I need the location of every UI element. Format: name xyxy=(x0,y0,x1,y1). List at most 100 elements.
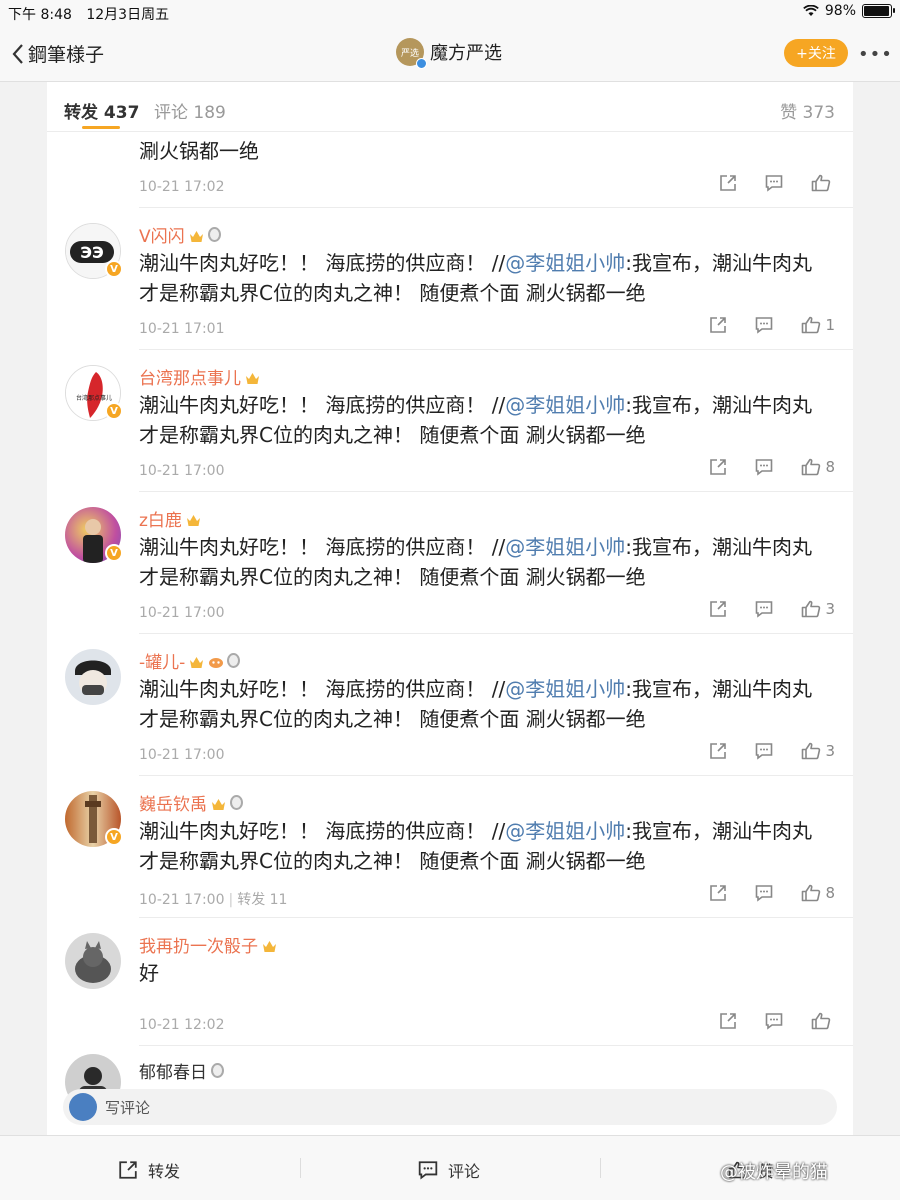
mention-link[interactable]: @李姐姐小帅 xyxy=(505,393,625,417)
tab-comment[interactable]: 评论 189 xyxy=(154,98,226,123)
share-button[interactable] xyxy=(719,174,737,192)
share-button[interactable] xyxy=(709,742,727,760)
comment-text: 潮汕牛肉丸好吃！！ 海底捞的供应商！ //@李姐姐小帅:我宣布，潮汕牛肉丸才是称… xyxy=(139,532,829,592)
share-button[interactable] xyxy=(709,884,727,902)
username[interactable]: 台湾那点事儿 xyxy=(139,364,260,389)
write-comment-input[interactable]: 写评论 xyxy=(63,1089,837,1125)
page-title: 魔方严选 xyxy=(430,43,502,64)
like-button[interactable] xyxy=(811,174,835,192)
avatar-image xyxy=(75,941,111,983)
comment-meta: 10-21 17:00 | 转发 11 xyxy=(139,889,287,909)
like-button[interactable]: 8 xyxy=(801,884,835,902)
comment-icon xyxy=(765,1013,783,1030)
username-text: -罐儿- xyxy=(139,653,186,673)
content-card: 转发 437 评论 189 赞 373 涮火锅都一绝 10-21 17:02 Э… xyxy=(47,82,853,1135)
list-item: 我再扔一次骰子 好 10-21 12:02 xyxy=(47,918,853,1046)
list-item: ЭЭ V V闪闪 潮汕牛肉丸好吃！！ 海底捞的供应商！ //@李姐姐小帅:我宣布… xyxy=(47,208,853,350)
mention-link[interactable]: @李姐姐小帅 xyxy=(505,819,625,843)
back-button[interactable]: 鋼筆様子 xyxy=(12,40,104,67)
bottom-repost-button[interactable]: 转发 xyxy=(118,1158,180,1182)
username-text: 我再扔一次骰子 xyxy=(139,937,258,957)
username[interactable]: V闪闪 xyxy=(139,222,221,247)
tab-repost[interactable]: 转发 437 xyxy=(64,98,139,123)
like-button[interactable]: 3 xyxy=(801,742,835,760)
nav-title-group[interactable]: 严选 魔方严选 xyxy=(396,38,502,69)
write-comment-placeholder: 写评论 xyxy=(105,1098,151,1117)
like-count: 3 xyxy=(825,742,835,760)
repost-count[interactable]: 转发 11 xyxy=(237,892,287,908)
username[interactable]: 郁郁春日 xyxy=(139,1058,224,1083)
username-text: 郁郁春日 xyxy=(139,1063,207,1083)
like-count: 3 xyxy=(825,600,835,618)
username-text: z白鹿 xyxy=(139,511,182,531)
crown-icon xyxy=(189,654,204,668)
like-button[interactable]: 1 xyxy=(801,316,835,334)
thumbs-up-icon xyxy=(802,742,821,760)
share-icon xyxy=(710,885,727,901)
comment-text: 潮汕牛肉丸好吃！！ 海底捞的供应商！ //@李姐姐小帅:我宣布，潮汕牛肉丸才是称… xyxy=(139,248,829,308)
username[interactable]: 我再扔一次骰子 xyxy=(139,932,277,957)
medal-icon xyxy=(230,795,243,810)
verified-icon xyxy=(416,58,427,69)
bottom-comment-button[interactable]: 评论 xyxy=(418,1158,480,1182)
share-button[interactable] xyxy=(709,600,727,618)
comment-button[interactable] xyxy=(755,742,773,760)
like-button[interactable]: 3 xyxy=(801,600,835,618)
comment-text: 潮汕牛肉丸好吃！！ 海底捞的供应商！ //@李姐姐小帅:我宣布，潮汕牛肉丸才是称… xyxy=(139,674,829,734)
tab-like[interactable]: 赞 373 xyxy=(780,98,835,123)
medal-icon xyxy=(227,653,241,668)
tab-active-indicator xyxy=(82,126,120,129)
action-group: 8 xyxy=(681,458,835,476)
comment-button[interactable] xyxy=(765,1012,783,1030)
action-group: 3 xyxy=(681,742,835,760)
comment-button[interactable] xyxy=(755,458,773,476)
comment-button[interactable] xyxy=(765,174,783,192)
comment-icon xyxy=(418,1161,438,1180)
status-time: 下午 8:48 xyxy=(8,7,72,23)
comment-button[interactable] xyxy=(755,316,773,334)
my-avatar xyxy=(69,1093,97,1121)
thumbs-up-icon xyxy=(811,174,831,192)
list-item: V z白鹿 潮汕牛肉丸好吃！！ 海底捞的供应商！ //@李姐姐小帅:我宣布，潮汕… xyxy=(47,492,853,634)
more-icon[interactable]: ••• xyxy=(858,44,893,65)
share-icon xyxy=(720,175,736,191)
comment-icon xyxy=(756,459,773,476)
avatar[interactable] xyxy=(65,933,121,989)
status-date: 12月3日周五 xyxy=(86,7,170,23)
username[interactable]: 巍岳钦禹 xyxy=(139,790,243,815)
thumbs-up-icon xyxy=(802,600,821,618)
share-button[interactable] xyxy=(719,1012,737,1030)
username[interactable]: -罐儿- xyxy=(139,648,241,673)
username-text: 台湾那点事儿 xyxy=(139,369,241,389)
share-button[interactable] xyxy=(709,316,727,334)
comment-text: 潮汕牛肉丸好吃！！ 海底捞的供应商！ //@李姐姐小帅:我宣布，潮汕牛肉丸才是称… xyxy=(139,390,829,450)
follow-button[interactable]: +关注 xyxy=(784,39,848,67)
thumbs-up-icon xyxy=(811,1012,831,1030)
share-icon xyxy=(710,317,727,333)
comment-icon xyxy=(756,885,773,902)
username[interactable]: z白鹿 xyxy=(139,506,201,531)
avatar[interactable] xyxy=(65,649,121,705)
share-icon xyxy=(710,743,727,759)
account-avatar-text: 严选 xyxy=(400,48,419,59)
share-button[interactable] xyxy=(709,458,727,476)
comment-text-prefix: 潮汕牛肉丸好吃！！ 海底捞的供应商！ // xyxy=(139,251,506,275)
comment-text: 涮火锅都一绝 xyxy=(139,139,259,163)
mention-link[interactable]: @李姐姐小帅 xyxy=(505,677,625,701)
like-button[interactable] xyxy=(811,1012,835,1030)
action-group xyxy=(691,1012,835,1030)
share-icon xyxy=(720,1013,736,1029)
account-avatar: 严选 xyxy=(396,38,427,69)
back-label: 鋼筆様子 xyxy=(28,44,105,66)
share-icon xyxy=(710,459,727,475)
separator xyxy=(300,1158,301,1178)
separator xyxy=(600,1158,601,1178)
comment-button[interactable] xyxy=(755,884,773,902)
comment-button[interactable] xyxy=(755,600,773,618)
like-button[interactable]: 8 xyxy=(801,458,835,476)
mention-link[interactable]: @李姐姐小帅 xyxy=(505,251,625,275)
comment-icon xyxy=(756,317,773,334)
fan-badge-icon xyxy=(208,654,224,668)
crown-icon xyxy=(262,938,277,952)
mention-link[interactable]: @李姐姐小帅 xyxy=(505,535,625,559)
